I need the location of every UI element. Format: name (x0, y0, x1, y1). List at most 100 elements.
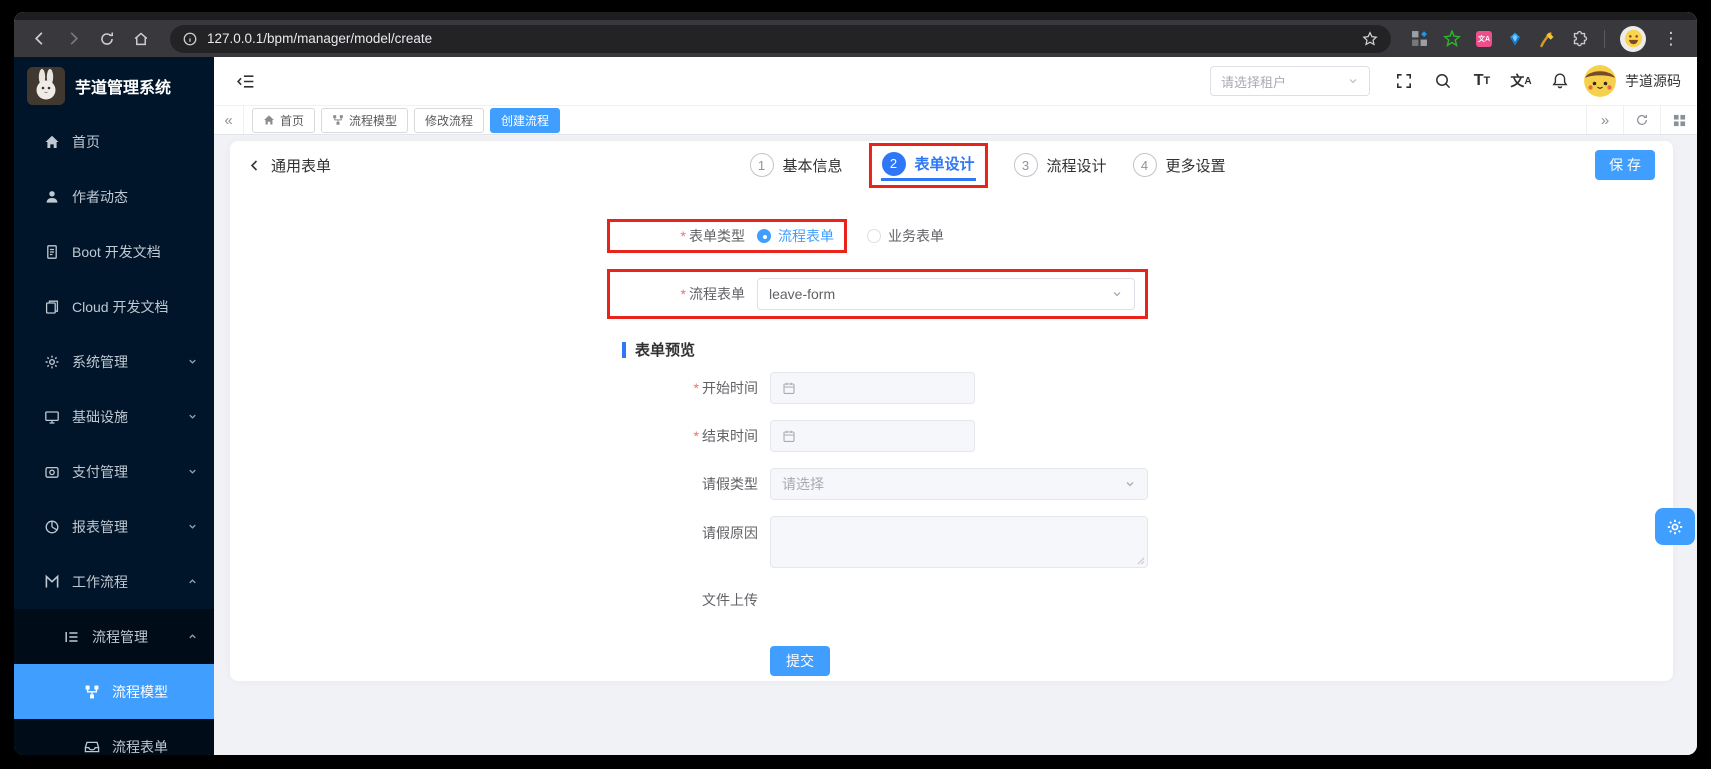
step-more-settings[interactable]: 4 更多设置 (1132, 153, 1226, 177)
step-process-design[interactable]: 3 流程设计 (1013, 153, 1107, 177)
squares-extension-icon[interactable] (1411, 30, 1428, 47)
leave-type-row: 请假类型 请选择 (620, 468, 1195, 500)
start-time-row: * 开始时间 (620, 372, 1195, 404)
leave-reason-textarea (770, 516, 1148, 568)
sidebar-item-payment[interactable]: 支付管理 (14, 444, 214, 499)
sidebar-item-boot-docs[interactable]: Boot 开发文档 (14, 224, 214, 279)
chevron-down-icon (187, 521, 198, 532)
page-tabs-bar: « 首页 流程模型 修改流程 创建流程 » (214, 105, 1697, 135)
user-avatar[interactable] (1584, 65, 1616, 97)
language-icon[interactable]: 文A (1506, 65, 1536, 97)
reload-icon[interactable] (92, 24, 122, 54)
sidebar-fold-icon[interactable] (230, 65, 260, 97)
sidebar-item-cloud-docs[interactable]: Cloud 开发文档 (14, 279, 214, 334)
process-form-select[interactable]: leave-form (757, 278, 1135, 310)
tab-edit-process[interactable]: 修改流程 (414, 107, 485, 133)
chevron-down-icon (187, 411, 198, 422)
sidebar-item-process-form[interactable]: 流程表单 (14, 719, 214, 755)
fullscreen-icon[interactable] (1389, 65, 1419, 97)
share-nodes-icon (332, 114, 344, 126)
section-accent-bar (622, 341, 626, 358)
settings-drawer-button[interactable] (1655, 508, 1695, 545)
form-preview-section: 表单预览 (622, 339, 1195, 360)
end-time-row: * 结束时间 (620, 420, 1195, 452)
home-icon (263, 114, 275, 126)
tab-home[interactable]: 首页 (252, 107, 316, 133)
file-upload-label: 文件上传 (702, 592, 758, 608)
tab-process-model[interactable]: 流程模型 (321, 107, 409, 133)
step-basic-info[interactable]: 1 基本信息 (749, 153, 842, 177)
tabs-scroll-right-icon[interactable]: » (1586, 106, 1623, 134)
gear-icon (45, 355, 59, 368)
username-text[interactable]: 芋道源码 (1625, 71, 1681, 91)
start-time-date-input (770, 372, 975, 404)
tab-layout-grid-icon[interactable] (1660, 106, 1697, 134)
sidebar-item-home[interactable]: 首页 (14, 114, 214, 169)
back-button[interactable]: 通用表单 (248, 155, 331, 176)
chevron-up-icon (187, 576, 198, 587)
forward-icon[interactable] (58, 24, 88, 54)
share-nodes-icon (85, 685, 99, 698)
gem-extension-icon[interactable] (1507, 31, 1523, 47)
browser-menu-icon[interactable]: ⋮ (1661, 29, 1681, 49)
green-star-extension-icon[interactable] (1443, 29, 1461, 48)
monitor-icon (45, 410, 59, 424)
browser-toolbar: 127.0.0.1/bpm/manager/model/create 文A ⋮ (14, 20, 1697, 57)
page-content: 通用表单 1 基本信息 2 表单设计 3 流程设计 4 更多设置 保 存 * 表… (214, 135, 1697, 755)
file-upload-row: 文件上传 (620, 584, 1195, 616)
extensions-puzzle-icon[interactable] (1571, 30, 1589, 48)
chevron-down-icon (1347, 75, 1359, 87)
chevron-down-icon (1124, 478, 1136, 490)
sidebar-item-process-management[interactable]: 流程管理 (14, 609, 214, 664)
bookmark-star-icon[interactable] (1361, 30, 1379, 48)
process-form-row: * 流程表单 leave-form (607, 269, 1195, 319)
back-icon[interactable] (24, 24, 54, 54)
resize-handle-icon (1136, 556, 1145, 565)
tab-create-process[interactable]: 创建流程 (490, 107, 561, 133)
sidebar-item-system[interactable]: 系统管理 (14, 334, 214, 389)
start-time-label: * 开始时间 (693, 380, 758, 396)
annotation-box-process-form: * 流程表单 leave-form (607, 269, 1148, 319)
leave-type-label: 请假类型 (702, 476, 758, 492)
steps: 1 基本信息 2 表单设计 3 流程设计 4 更多设置 (749, 141, 1226, 189)
submit-button[interactable]: 提交 (770, 646, 830, 676)
sidebar-item-workflow[interactable]: 工作流程 (14, 554, 214, 609)
leave-reason-row: 请假原因 (620, 516, 1195, 568)
tabs-scroll-left-icon[interactable]: « (214, 106, 244, 134)
radio-dot (757, 229, 771, 243)
address-bar[interactable]: 127.0.0.1/bpm/manager/model/create (170, 24, 1391, 53)
leave-reason-label: 请假原因 (702, 525, 758, 541)
annotation-box-form-type: * 表单类型 流程表单 (607, 219, 847, 253)
broom-extension-icon[interactable] (1538, 30, 1556, 48)
sidebar-item-report[interactable]: 报表管理 (14, 499, 214, 554)
workflow-icon (45, 574, 59, 587)
tenant-placeholder: 请选择租户 (1221, 74, 1287, 90)
sidebar-item-process-model[interactable]: 流程模型 (14, 664, 214, 719)
form-type-label: * 表单类型 (680, 228, 745, 244)
app-logo[interactable]: 芋道管理系统 (14, 57, 214, 114)
sidebar-item-infra[interactable]: 基础设施 (14, 389, 214, 444)
end-time-label: * 结束时间 (693, 428, 758, 444)
home-icon[interactable] (126, 24, 156, 54)
page-title: 通用表单 (271, 157, 332, 175)
chevron-up-icon (187, 631, 198, 642)
url-text: 127.0.0.1/bpm/manager/model/create (207, 31, 433, 46)
radio-process-form[interactable]: 流程表单 (757, 226, 834, 246)
annotation-box-step: 2 表单设计 (868, 142, 988, 188)
save-button[interactable]: 保 存 (1595, 150, 1655, 180)
translate-extension-icon[interactable]: 文A (1476, 30, 1492, 47)
chevron-down-icon (1111, 288, 1123, 300)
sidebar-item-author[interactable]: 作者动态 (14, 169, 214, 224)
radio-business-form[interactable]: 业务表单 (867, 226, 944, 246)
search-icon[interactable] (1428, 65, 1458, 97)
gear-icon (1667, 519, 1683, 534)
active-step-underline (880, 177, 976, 181)
font-size-icon[interactable]: TT (1467, 65, 1497, 97)
profile-emoji-avatar[interactable] (1620, 25, 1646, 52)
tenant-select[interactable]: 请选择租户 (1210, 66, 1370, 96)
process-form-value: leave-form (769, 286, 836, 302)
home-icon (45, 135, 59, 148)
step-form-design[interactable]: 2 表单设计 (881, 151, 975, 176)
tab-refresh-icon[interactable] (1623, 106, 1660, 134)
notification-bell-icon[interactable] (1545, 65, 1575, 97)
